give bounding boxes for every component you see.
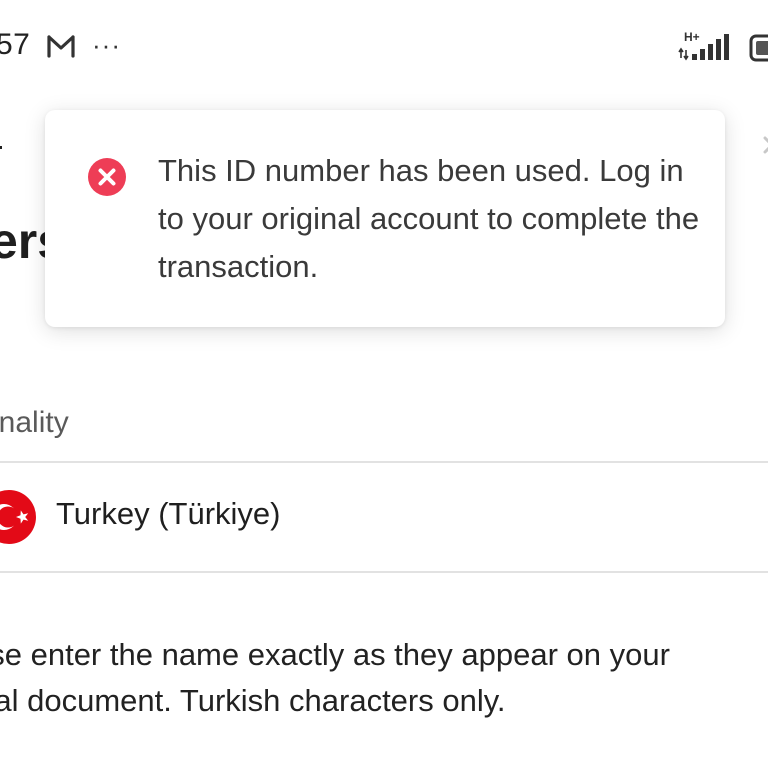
error-icon: [88, 158, 126, 196]
toast-message: This ID number has been used. Log in to …: [158, 153, 700, 284]
nationality-label: onality: [0, 406, 69, 439]
signal-icon: H+: [678, 30, 729, 61]
divider: [0, 571, 768, 573]
helper-text-line-1: ase enter the name exactly as they appea…: [0, 637, 670, 672]
back-arrow-icon[interactable]: [0, 146, 2, 165]
network-type-label: H+: [684, 30, 700, 44]
helper-text: ase enter the name exactly as they appea…: [0, 632, 752, 724]
nationality-value: Turkey (Türkiye): [56, 496, 281, 531]
error-toast: This ID number has been used. Log in to …: [45, 110, 725, 327]
gmail-icon: [47, 35, 75, 58]
status-time: 57: [0, 28, 31, 61]
screen: 57 ··· H+ ers onality Turkey (Türkiye): [0, 0, 768, 768]
helper-text-line-2: cial document. Turkish characters only.: [0, 683, 506, 718]
battery-icon: [749, 34, 768, 62]
more-icon: ···: [92, 30, 121, 60]
close-icon[interactable]: [757, 130, 768, 160]
